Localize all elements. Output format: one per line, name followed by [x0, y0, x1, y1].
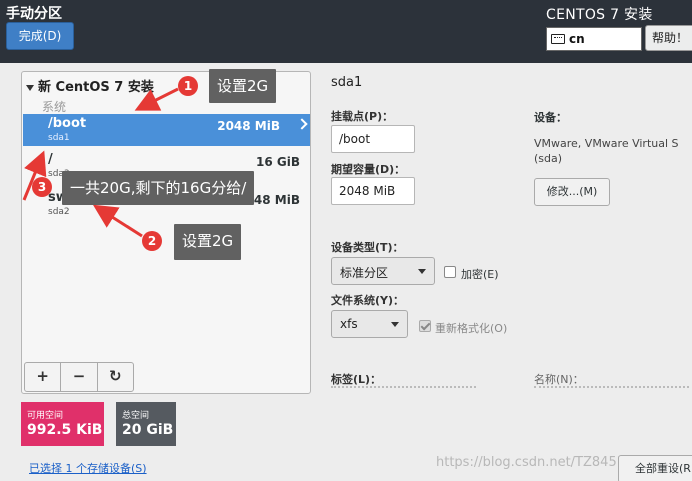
partition-size: 2048 MiB [217, 119, 280, 133]
keyboard-icon [551, 34, 565, 44]
header-bar: 手动分区 完成(D) CENTOS 7 安装 cn 帮助！ [0, 0, 692, 63]
install-group-title: 新 CentOS 7 安装 [38, 80, 154, 95]
available-space-tile: 可用空间 992.5 KiB [21, 402, 104, 446]
mount-point-label: 挂载点(P)： [331, 110, 394, 123]
capacity-label: 期望容量(D)： [331, 163, 406, 176]
device-value: VMware, VMware Virtual S (sda) [534, 137, 679, 165]
annotation-number-2: 2 [142, 231, 162, 251]
device-type-select[interactable]: 标准分区 [331, 257, 435, 285]
filesystem-value: xfs [340, 317, 358, 331]
available-space-value: 992.5 KiB [27, 422, 103, 438]
encrypt-label: 加密(E) [461, 268, 499, 281]
tag-label: 标签(L)： [331, 373, 382, 386]
available-space-label: 可用空间 [27, 411, 64, 421]
selected-storage-link[interactable]: 已选择 1 个存储设备(S) [29, 460, 147, 476]
partition-device: sda1 [48, 133, 70, 143]
mount-point-input[interactable]: /boot [331, 125, 415, 153]
install-group-header[interactable]: 新 CentOS 7 安装 [26, 76, 154, 95]
partition-mount: / [48, 152, 53, 167]
page-title: 手动分区 [6, 6, 62, 22]
product-title: CENTOS 7 安装 [546, 7, 653, 23]
partition-row-boot[interactable]: /boot sda1 2048 MiB [23, 114, 310, 146]
system-section-label: 系统 [42, 100, 67, 114]
name-label: 名称(N)： [534, 373, 584, 386]
reformat-label: 重新格式化(O) [435, 322, 508, 335]
refresh-button[interactable]: ↻ [98, 363, 133, 391]
chevron-right-icon [296, 118, 308, 130]
device-type-value: 标准分区 [340, 266, 389, 280]
keyboard-layout-text: cn [569, 32, 585, 46]
filesystem-label: 文件系统(Y)： [331, 294, 405, 307]
partition-detail-title: sda1 [331, 75, 363, 90]
reformat-checkbox[interactable] [419, 320, 431, 332]
expand-triangle-icon [26, 84, 34, 91]
filesystem-select[interactable]: xfs [331, 310, 408, 338]
annotation-number-1: 1 [178, 76, 198, 96]
partition-device: sda2 [48, 207, 70, 217]
remove-partition-button[interactable]: − [61, 363, 98, 391]
annotation-3: 一共20G,剩下的16G分给/ [62, 171, 255, 205]
partition-size: 16 GiB [256, 155, 300, 169]
name-input[interactable] [534, 386, 689, 396]
chevron-down-icon [418, 269, 426, 274]
annotation-2: 设置2G [174, 224, 242, 260]
add-partition-button[interactable]: + [25, 363, 62, 391]
total-space-tile: 总空间 20 GiB [116, 402, 176, 446]
device-label: 设备： [534, 111, 567, 124]
capacity-input[interactable]: 2048 MiB [331, 177, 415, 205]
annotation-number-3: 3 [32, 177, 52, 197]
tag-input[interactable] [331, 386, 476, 396]
help-button[interactable]: 帮助！ [645, 25, 692, 51]
partition-toolbar: + − ↻ [24, 362, 134, 392]
chevron-down-icon [391, 322, 399, 327]
done-button[interactable]: 完成(D) [6, 22, 74, 50]
keyboard-layout-indicator[interactable]: cn [546, 27, 642, 51]
partition-list-panel: 新 CentOS 7 安装 系统 /boot sda1 2048 MiB / s… [21, 71, 311, 394]
annotation-1: 设置2G [209, 69, 277, 103]
device-type-label: 设备类型(T)： [331, 241, 404, 254]
reset-all-button[interactable]: 全部重设(R [618, 455, 692, 481]
total-space-value: 20 GiB [122, 422, 174, 438]
installer-window: 手动分区 完成(D) CENTOS 7 安装 cn 帮助！ 新 CentOS 7… [0, 0, 692, 481]
modify-device-button[interactable]: 修改...(M) [534, 178, 610, 206]
encrypt-checkbox[interactable] [444, 266, 456, 278]
partition-mount: /boot [48, 116, 87, 131]
total-space-label: 总空间 [122, 411, 150, 421]
